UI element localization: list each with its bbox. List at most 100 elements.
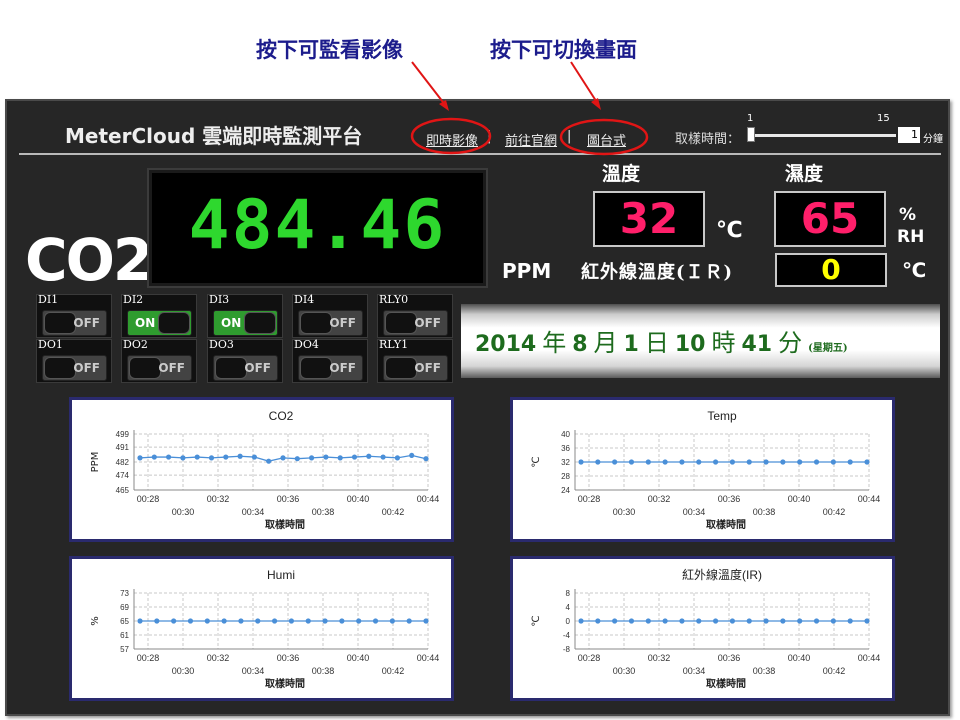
x-tick-label: 00:42 xyxy=(823,507,846,517)
switch-toggle[interactable]: OFF xyxy=(298,355,363,381)
toggle-knob xyxy=(44,357,76,379)
switch-toggle[interactable]: ON xyxy=(127,310,192,336)
sampling-value-box[interactable]: 1 xyxy=(898,127,920,143)
x-axis-label: 取樣時間 xyxy=(265,518,305,531)
data-point xyxy=(351,454,358,460)
weekday: (星期五) xyxy=(808,343,848,354)
x-tick-label: 00:38 xyxy=(753,507,776,517)
data-point xyxy=(137,618,143,624)
x-tick-label: 00:30 xyxy=(613,507,636,517)
io-switch-di1: DI1 OFF xyxy=(36,293,112,338)
io-switch-di3: DI3 ON xyxy=(207,293,283,338)
switch-toggle[interactable]: OFF xyxy=(127,355,192,381)
data-point xyxy=(323,454,329,460)
y-tick-label: 491 xyxy=(116,443,130,452)
date-month-char: 月 xyxy=(593,329,618,357)
io-switch-do2: DO2 OFF xyxy=(121,338,197,383)
x-axis-label: 取樣時間 xyxy=(706,677,746,690)
y-tick-label: 0 xyxy=(566,617,571,626)
date-day: 1 xyxy=(623,332,639,357)
chart-humi: Humi 57 61 65 69 73 00:28 00:30 00:32 00:34 00:36 0… xyxy=(69,556,454,701)
data-point xyxy=(662,459,668,465)
x-tick-label: 00:36 xyxy=(277,494,300,504)
x-tick-label: 00:40 xyxy=(788,653,811,663)
data-point xyxy=(645,459,651,465)
humi-chart-svg: Humi 57 61 65 69 73 00:28 00:30 00:32 00:34 00:36 0… xyxy=(90,568,439,690)
data-point xyxy=(294,456,300,462)
sampling-slider-handle[interactable] xyxy=(747,127,755,142)
nav-official-site-link[interactable]: 前往官網 xyxy=(505,130,557,149)
ir-temperature-unit: ℃ xyxy=(902,258,927,282)
x-tick-label: 00:44 xyxy=(417,494,440,504)
switch-toggle[interactable]: OFF xyxy=(42,355,107,381)
nav-map-view-link[interactable]: 圖台式 xyxy=(587,130,626,149)
y-tick-label: 28 xyxy=(561,472,570,481)
data-point xyxy=(864,618,870,624)
x-tick-label: 00:40 xyxy=(347,494,370,504)
x-tick-label: 00:30 xyxy=(613,666,636,676)
data-point xyxy=(729,618,736,624)
data-point xyxy=(339,618,345,624)
y-tick-label: 32 xyxy=(561,458,570,467)
data-point xyxy=(309,455,315,461)
data-point xyxy=(305,618,311,624)
io-switch-rly0: RLY0 OFF xyxy=(377,293,453,338)
data-point xyxy=(255,618,261,624)
data-point xyxy=(389,618,395,624)
nav-separator: | xyxy=(487,129,492,144)
data-point xyxy=(595,459,601,465)
data-point xyxy=(166,454,172,460)
data-point xyxy=(238,618,244,624)
y-axis-label: ℃ xyxy=(531,456,542,467)
x-tick-label: 00:28 xyxy=(578,494,601,504)
data-point xyxy=(847,618,853,624)
sampling-slider-track[interactable] xyxy=(750,134,896,137)
co2-label: CO2 xyxy=(25,226,153,294)
sampling-unit: 分鐘 xyxy=(923,134,943,145)
toggle-knob xyxy=(215,357,247,379)
data-point xyxy=(645,618,651,624)
x-tick-label: 00:42 xyxy=(823,666,846,676)
switch-name: RLY0 xyxy=(379,293,409,306)
switch-toggle[interactable]: OFF xyxy=(42,310,107,336)
y-axis-label: PPM xyxy=(90,452,101,473)
data-point xyxy=(578,618,584,624)
sampling-time-label: 取樣時間： xyxy=(675,132,741,147)
data-point xyxy=(780,459,786,465)
chart-title: Temp xyxy=(707,409,737,423)
data-point xyxy=(180,455,186,461)
switch-toggle[interactable]: ON xyxy=(213,310,278,336)
date-month: 8 xyxy=(572,332,588,357)
x-tick-label: 00:28 xyxy=(137,653,160,663)
switch-toggle[interactable]: OFF xyxy=(213,355,278,381)
switch-name: DO4 xyxy=(294,338,319,351)
switch-state: OFF xyxy=(414,316,441,330)
y-tick-label: 499 xyxy=(116,430,130,439)
data-point xyxy=(847,459,853,465)
data-point xyxy=(406,618,412,624)
nav-live-video-link[interactable]: 即時影像 xyxy=(426,130,478,149)
x-tick-label: 00:38 xyxy=(753,666,776,676)
switch-toggle[interactable]: OFF xyxy=(298,310,363,336)
switch-name: DO2 xyxy=(123,338,148,351)
datetime-banner: 2014 年 8 月 1 日 10 時 41 分 (星期五) xyxy=(461,304,940,378)
data-point xyxy=(612,459,618,465)
x-tick-label: 00:42 xyxy=(382,666,405,676)
co2-unit: PPM xyxy=(502,259,552,283)
data-point xyxy=(712,618,719,624)
chart-title: CO2 xyxy=(269,409,294,423)
data-point xyxy=(194,454,200,460)
data-point xyxy=(237,453,243,459)
slider-min-label: 1 xyxy=(747,113,754,124)
toggle-knob xyxy=(244,312,276,334)
chart-temp: Temp 24 28 32 36 40 00:28 00:30 00:32 00:34 00:36 0… xyxy=(510,397,895,542)
data-point xyxy=(251,454,257,460)
data-point xyxy=(712,459,719,465)
switch-toggle[interactable]: OFF xyxy=(383,355,448,381)
switch-toggle[interactable]: OFF xyxy=(383,310,448,336)
x-tick-label: 00:30 xyxy=(172,507,195,517)
y-tick-label: 57 xyxy=(120,645,129,654)
data-point xyxy=(280,455,286,461)
data-point xyxy=(746,459,752,465)
y-tick-label: 24 xyxy=(561,486,570,495)
